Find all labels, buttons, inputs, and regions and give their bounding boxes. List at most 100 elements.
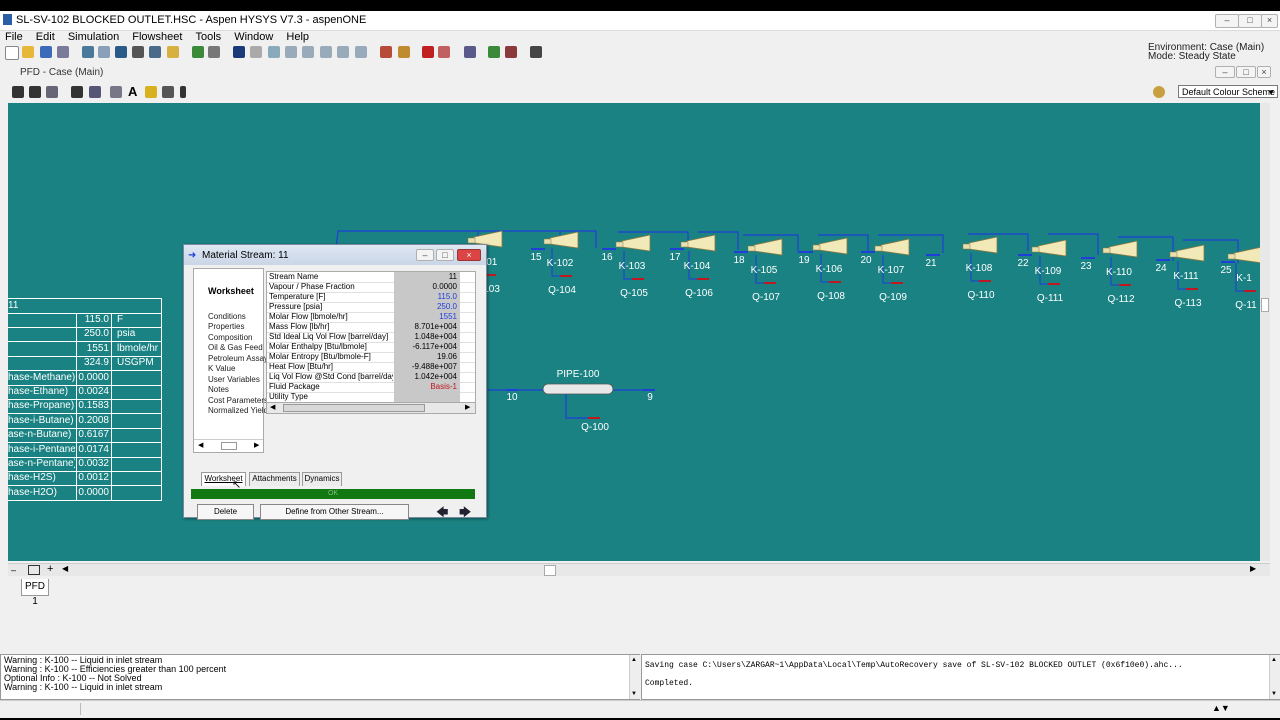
scroll-down-icon[interactable]: ▼ [1271,691,1277,697]
grid-value[interactable] [394,392,460,402]
fit-window-icon[interactable] [28,565,40,575]
grid-value[interactable]: -9.488e+007 [394,362,460,372]
dialog-close-button[interactable]: × [457,249,481,261]
menu-window[interactable]: Window [229,30,278,44]
minimize-button[interactable]: – [1215,14,1239,28]
tab-pfd-1[interactable]: PFD 1 [21,579,49,607]
grid-value[interactable]: Basis-1 [394,382,460,392]
grid-value[interactable]: 0.0000 [394,282,460,292]
nav-item-0[interactable]: Conditions [208,312,246,321]
close-button[interactable]: × [1261,14,1278,28]
move-mode-icon[interactable] [29,86,41,98]
grid-value[interactable]: 250.0 [394,302,460,312]
trace-scrollbar[interactable]: ▲ ▼ [1269,655,1280,699]
grid-value[interactable]: 19.06 [394,352,460,362]
solver-hold-icon[interactable] [422,46,434,58]
menu-simulation[interactable]: Simulation [63,30,124,44]
grid-value[interactable]: 8.701e+004 [394,322,460,332]
menu-flowsheet[interactable]: Flowsheet [127,30,187,44]
pfd-vertical-scrollbar[interactable] [1260,103,1270,561]
scroll-left-icon[interactable]: ◀ [62,564,68,573]
adjust-icon[interactable] [302,46,314,58]
zoom-in-icon[interactable]: + [47,563,53,575]
scroll-up-icon[interactable]: ▲ [1271,657,1277,663]
optimizer-icon[interactable] [285,46,297,58]
dialog-minimize-button[interactable]: – [416,249,434,261]
nav-item-8[interactable]: Cost Parameters [208,396,268,405]
nav-scroll-thumb[interactable] [221,442,237,450]
menu-edit[interactable]: Edit [31,30,60,44]
horizontal-scroll-thumb[interactable] [544,565,556,576]
nav-item-7[interactable]: Notes [208,385,229,394]
grid-value[interactable]: 1.048e+004 [394,332,460,342]
menu-help[interactable]: Help [281,30,314,44]
pfd-close-button[interactable]: × [1257,66,1271,78]
status-toggle-icon[interactable]: ▲▼ [1212,703,1230,713]
pfd-minimize-button[interactable]: – [1215,66,1235,78]
scroll-left-icon[interactable]: ◀ [270,403,275,411]
scroll-up-icon[interactable]: ▲ [631,657,637,663]
fluid-package-icon[interactable] [149,46,161,58]
solver-active-icon[interactable] [438,46,450,58]
grid-value[interactable]: -6.117e+004 [394,342,460,352]
save-icon[interactable] [40,46,52,58]
attach-mode-icon[interactable] [71,86,83,98]
palette-icon[interactable] [180,86,186,98]
dynamic-mode-icon[interactable] [505,46,517,58]
menu-file[interactable]: File [0,30,28,44]
tab-attachments[interactable]: Attachments [249,472,300,486]
nav-item-5[interactable]: K Value [208,364,235,373]
fit-view-icon[interactable] [46,86,58,98]
colour-scheme-dropdown[interactable]: Default Colour Scheme ▼ [1178,85,1278,98]
scroll-right-icon[interactable]: ▶ [1250,564,1256,573]
object-palette-icon[interactable] [192,46,204,58]
grid-scroll-thumb[interactable] [283,404,425,412]
tab-dynamics[interactable]: Dynamics [302,472,342,486]
open-folder-icon[interactable] [22,46,34,58]
scroll-down-icon[interactable]: ▼ [631,691,637,697]
databook-icon[interactable] [250,46,262,58]
tools-icon[interactable] [398,46,410,58]
size-mode-icon[interactable] [12,86,24,98]
nav-item-4[interactable]: Petroleum Assay [208,354,268,363]
zoom-icon[interactable] [110,86,122,98]
text-tool-icon[interactable]: A [128,84,137,99]
scroll-left-icon[interactable]: ◀ [198,441,203,449]
notes-icon[interactable] [167,46,179,58]
solver-icon[interactable] [380,46,392,58]
nav-item-9[interactable]: Normalized Yields [208,406,272,415]
nav-item-2[interactable]: Composition [208,333,252,342]
grid-value[interactable]: 115.0 [394,292,460,302]
logic-icon[interactable] [355,46,367,58]
vertical-scroll-thumb[interactable] [1261,298,1269,312]
pfd-icon[interactable] [115,46,127,58]
colour-scheme-icon[interactable] [162,86,174,98]
new-file-icon[interactable] [5,46,19,60]
next-arrow-icon[interactable]: 🡆 [459,503,471,524]
scroll-right-icon[interactable]: ▶ [254,441,259,449]
dialog-maximize-button[interactable]: □ [436,249,454,261]
highlight-icon[interactable] [145,86,157,98]
break-connection-icon[interactable] [89,86,101,98]
monitor-icon[interactable] [233,46,245,58]
flowsheet-icon[interactable] [82,46,94,58]
nav-item-1[interactable]: Properties [208,322,244,331]
integrator-icon[interactable] [464,46,476,58]
case-study-icon[interactable] [268,46,280,58]
components-icon[interactable] [132,46,144,58]
scroll-right-icon[interactable]: ▶ [465,403,470,411]
zoom-out-icon[interactable]: – [11,565,16,575]
steady-state-icon[interactable] [488,46,500,58]
workbook-icon[interactable] [98,46,110,58]
pfd-horizontal-scrollbar[interactable]: – + ◀ ▶ [8,563,1270,576]
nav-item-6[interactable]: User Variables [208,375,260,384]
print-icon[interactable] [57,46,69,58]
flask-icon[interactable] [530,46,542,58]
grid-value[interactable]: 11 [394,272,460,282]
grid-value[interactable]: 1551 [394,312,460,322]
grid-hscroll[interactable]: ◀ ▶ [266,402,476,414]
message-scrollbar[interactable]: ▲ ▼ [629,655,640,699]
previous-arrow-icon[interactable]: 🡄 [436,503,448,524]
nav-item-3[interactable]: Oil & Gas Feed [208,343,263,352]
maximize-button[interactable]: □ [1238,14,1262,28]
